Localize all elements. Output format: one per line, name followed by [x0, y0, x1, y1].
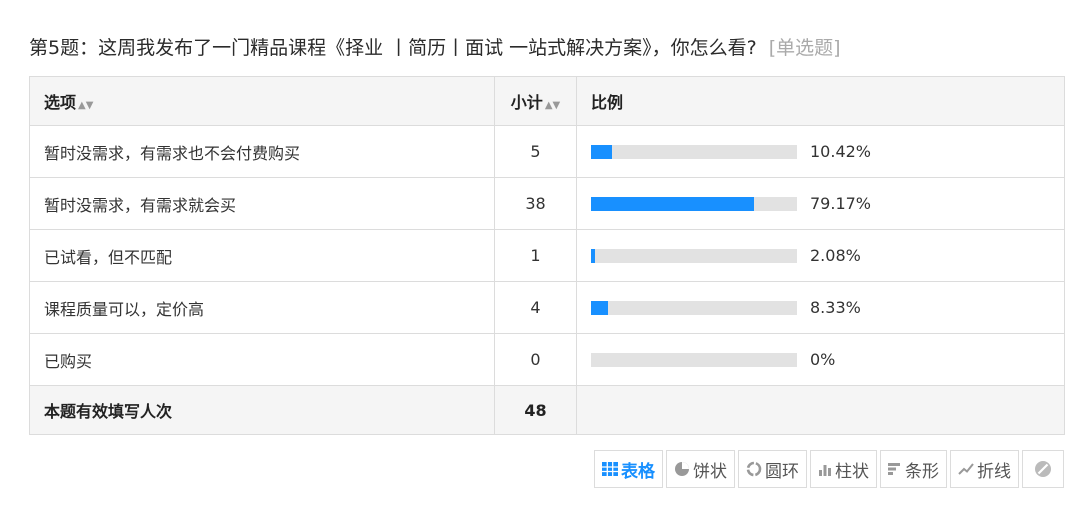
sort-icon[interactable]: ▲▼ [78, 100, 93, 111]
chart-type-toolbar: 表格 饼状 圆环 柱状 条形 折线 [594, 450, 1064, 488]
progress-bar-fill [591, 144, 612, 159]
column-view-button[interactable]: 柱状 [810, 450, 877, 488]
option-label: 课程质量可以，定价高 [29, 281, 495, 334]
ratio-cell: 10.42% [576, 125, 1065, 178]
option-label: 已购买 [29, 333, 495, 386]
line-chart-icon [958, 462, 974, 476]
table-row: 课程质量可以，定价高 4 8.33% [29, 281, 1065, 334]
bar-view-label: 条形 [905, 461, 939, 482]
question-type-label: [单选题] [768, 37, 841, 59]
table-view-button[interactable]: 表格 [594, 450, 663, 488]
question-text: 第5题：这周我发布了一门精品课程《择业 丨简历丨面试 一站式解决方案》，你怎么看… [29, 37, 757, 59]
option-count: 38 [494, 177, 577, 230]
column-chart-icon [818, 462, 832, 476]
ratio-cell: 0% [576, 333, 1065, 386]
table-row: 已购买 0 0% [29, 333, 1065, 386]
option-count: 0 [494, 333, 577, 386]
header-count-label: 小计 [510, 93, 543, 112]
header-count[interactable]: 小计 ▲▼ [494, 76, 577, 126]
option-count: 4 [494, 281, 577, 334]
percent-label: 79.17% [810, 194, 872, 213]
header-option-label: 选项 [44, 93, 77, 112]
progress-bar-track [591, 352, 797, 367]
percent-label: 10.42% [810, 142, 872, 161]
table-row: 暂时没需求，有需求就会买 38 79.17% [29, 177, 1065, 230]
table-icon [602, 462, 618, 476]
total-label: 本题有效填写人次 [29, 385, 495, 435]
disable-icon [1034, 460, 1052, 478]
header-option[interactable]: 选项 ▲▼ [29, 76, 495, 126]
ratio-cell: 79.17% [576, 177, 1065, 230]
option-label: 暂时没需求，有需求就会买 [29, 177, 495, 230]
table-row: 暂时没需求，有需求也不会付费购买 5 10.42% [29, 125, 1065, 178]
pie-icon [674, 461, 690, 477]
option-label: 暂时没需求，有需求也不会付费购买 [29, 125, 495, 178]
total-row: 本题有效填写人次 48 [29, 385, 1065, 435]
percent-label: 2.08% [810, 246, 861, 265]
header-ratio-label: 比例 [591, 93, 624, 112]
option-label: 已试看，但不匹配 [29, 229, 495, 282]
progress-bar-track [591, 248, 797, 263]
pie-view-button[interactable]: 饼状 [666, 450, 735, 488]
hide-chart-button[interactable] [1022, 450, 1064, 488]
progress-bar-track [591, 300, 797, 315]
result-table: 选项 ▲▼ 小计 ▲▼ 比例 暂时没需求，有需求也不会付费购买 5 10.42% 暂时没需… [29, 76, 1065, 435]
ratio-cell: 8.33% [576, 281, 1065, 334]
progress-bar-fill [591, 248, 595, 263]
option-count: 5 [494, 125, 577, 178]
header-ratio: 比例 [576, 76, 1065, 126]
ring-icon [746, 461, 762, 477]
progress-bar-fill [591, 196, 754, 211]
total-empty [576, 385, 1065, 435]
table-header-row: 选项 ▲▼ 小计 ▲▼ 比例 [29, 76, 1065, 126]
table-row: 已试看，但不匹配 1 2.08% [29, 229, 1065, 282]
option-count: 1 [494, 229, 577, 282]
column-view-label: 柱状 [835, 461, 869, 482]
progress-bar-track [591, 196, 797, 211]
pie-view-label: 饼状 [693, 461, 727, 482]
progress-bar-fill [591, 300, 608, 315]
percent-label: 0% [810, 350, 836, 369]
line-view-button[interactable]: 折线 [950, 450, 1019, 488]
sort-icon[interactable]: ▲▼ [545, 100, 560, 111]
table-view-label: 表格 [621, 461, 655, 482]
bar-chart-icon [888, 462, 902, 476]
percent-label: 8.33% [810, 298, 861, 317]
bar-view-button[interactable]: 条形 [880, 450, 947, 488]
ring-view-button[interactable]: 圆环 [738, 450, 807, 488]
ratio-cell: 2.08% [576, 229, 1065, 282]
line-view-label: 折线 [977, 461, 1011, 482]
question-title: 第5题：这周我发布了一门精品课程《择业 丨简历丨面试 一站式解决方案》，你怎么看… [29, 33, 841, 63]
ring-view-label: 圆环 [765, 461, 799, 482]
total-count: 48 [494, 385, 577, 435]
progress-bar-track [591, 144, 797, 159]
